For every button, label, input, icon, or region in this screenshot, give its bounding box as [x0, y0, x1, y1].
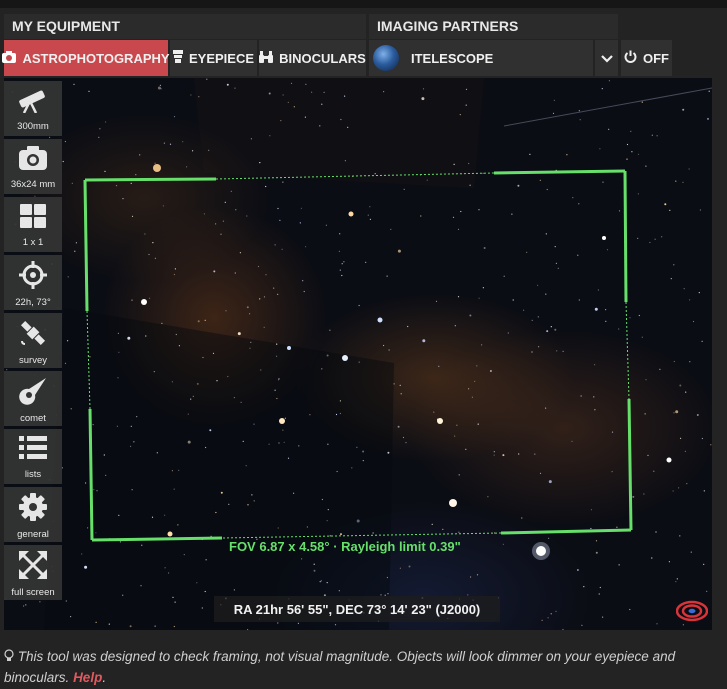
sidebar-general-label: general [17, 529, 49, 540]
tab-eyepiece-label: EYEPIECE [188, 50, 255, 66]
sidebar-camera-label: 36x24 mm [10, 179, 56, 190]
tab-binoculars-label: BINOCULARS [279, 50, 366, 66]
sidebar-item-telescope[interactable]: 300mm [4, 81, 62, 136]
eyepiece-icon [172, 50, 183, 66]
sidebar-item-survey[interactable]: survey [4, 313, 62, 368]
sidebar-item-camera[interactable]: 36x24 mm [4, 139, 62, 194]
satellite-trail [503, 87, 712, 127]
tab-astrophotography-label: ASTROPHOTOGRAPHY [22, 50, 170, 66]
chevron-down-icon [600, 51, 613, 66]
help-link[interactable]: Help [73, 670, 102, 685]
sidebar-lists-label: lists [24, 469, 42, 480]
sidebar-target-label: 22h, 73° [15, 297, 51, 308]
lightbulb-icon [4, 649, 18, 664]
sidebar-item-general[interactable]: general [4, 487, 62, 542]
sidebar-item-mosaic[interactable]: 1 x 1 [4, 197, 62, 252]
camera-icon [2, 50, 17, 66]
sidebar-mosaic-label: 1 x 1 [22, 237, 44, 248]
tab-binoculars[interactable]: BINOCULARS [259, 40, 366, 76]
top-strip [0, 0, 727, 8]
binoculars-icon [259, 50, 274, 66]
off-label: OFF [643, 50, 669, 66]
sidebar-item-lists[interactable]: lists [4, 429, 62, 484]
sidebar-comet-label: comet [20, 413, 46, 424]
sidebar-item-fullscreen[interactable]: full screen [4, 545, 62, 600]
sidebar-survey-label: survey [19, 355, 47, 366]
partners-dropdown-button[interactable] [595, 40, 618, 76]
survey-patch-dark [44, 308, 394, 630]
sidebar-fullscreen-label: full screen [11, 587, 55, 598]
radec-readout: RA 21hr 56' 55", DEC 73° 14' 23" (J2000) [214, 596, 500, 622]
sidebar-telescope-label: 300mm [17, 121, 49, 132]
survey-patch-light [194, 78, 484, 188]
tab-itelescope[interactable]: ITELESCOPE [369, 40, 593, 76]
tab-astrophotography[interactable]: ASTROPHOTOGRAPHY [2, 40, 170, 76]
sidebar-item-target[interactable]: 22h, 73° [4, 255, 62, 310]
fov-readout: FOV 6.87 x 4.58° · Rayleigh limit 0.39" [229, 539, 461, 554]
tab-eyepiece[interactable]: EYEPIECE [170, 40, 257, 76]
off-button[interactable]: OFF [621, 40, 672, 76]
footer-note: This tool was designed to check framing,… [4, 646, 714, 688]
itelescope-logo-icon [373, 45, 399, 71]
comet-icon [19, 377, 47, 410]
grid-icon [19, 203, 47, 234]
list-icon [19, 435, 47, 466]
my-equipment-header: MY EQUIPMENT [4, 14, 366, 39]
sidebar-item-comet[interactable]: comet [4, 371, 62, 426]
imaging-partners-header: IMAGING PARTNERS [369, 14, 618, 39]
tab-itelescope-label: ITELESCOPE [411, 50, 494, 66]
target-logo-icon [675, 600, 709, 627]
satellite-icon [19, 319, 47, 352]
gear-icon [19, 493, 47, 526]
power-icon [624, 50, 637, 66]
telescope-icon [17, 87, 49, 118]
fullscreen-icon [19, 551, 47, 584]
crosshair-icon [19, 261, 47, 294]
camera-icon [18, 145, 48, 176]
footer-period: . [102, 670, 107, 685]
